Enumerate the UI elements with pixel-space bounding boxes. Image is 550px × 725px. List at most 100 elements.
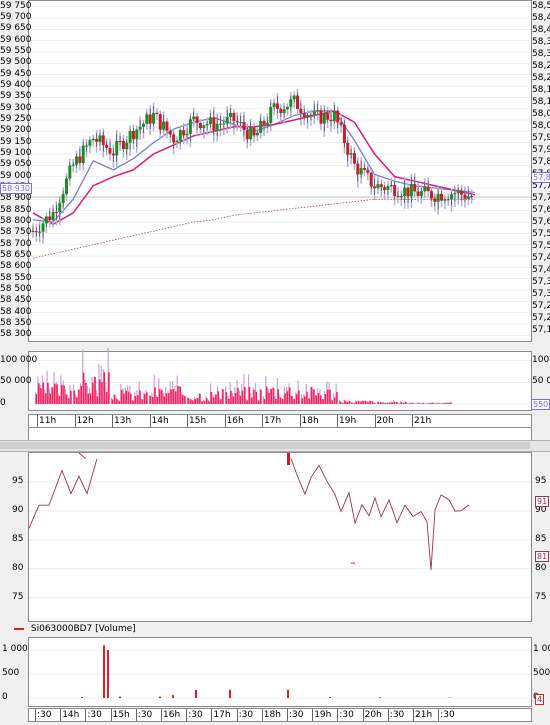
time-axis-top: 11h 12h 13h 14h 15h 16h 17h 18h 19h 20h 21h xyxy=(28,414,532,428)
line-right-marker-1: 91 xyxy=(535,496,550,507)
candle-body xyxy=(34,231,38,233)
volume-bar xyxy=(230,390,232,404)
candle-body xyxy=(296,95,300,109)
volume-bar xyxy=(265,386,268,404)
volume-bar xyxy=(75,397,78,404)
time2-tick-mark xyxy=(312,709,314,721)
candle-body xyxy=(75,156,79,165)
volume-bar xyxy=(438,403,441,404)
candle-body xyxy=(413,183,417,192)
volume-bar xyxy=(353,403,355,404)
volume-bar xyxy=(136,395,139,404)
time-axis-top-label: 14h xyxy=(151,416,169,426)
time2-tick-mark xyxy=(337,709,339,721)
time-axis-bottom-label: :30 xyxy=(87,710,102,720)
volume-bar xyxy=(310,387,313,404)
time-tick-mark xyxy=(187,415,188,427)
volume-bar xyxy=(272,387,275,404)
candle-body xyxy=(229,112,233,117)
time-axis-bottom-label: :30 xyxy=(440,710,455,720)
volume-bar xyxy=(389,402,391,404)
price-right-tick: 57,3 xyxy=(532,289,550,299)
volume-bar xyxy=(118,401,121,404)
candle-body xyxy=(269,107,273,123)
volume-bar xyxy=(105,391,108,404)
candle-body xyxy=(255,132,259,136)
volume-bar xyxy=(116,399,118,404)
price-left-tick: 58 850 xyxy=(0,204,32,215)
volume-bar xyxy=(317,392,320,404)
time2-tick-mark xyxy=(110,709,112,721)
volume2-legend-label: Si063000BD7 [Volume] xyxy=(30,624,136,634)
volume2-chart-panel[interactable] xyxy=(28,637,532,707)
volume2-bar xyxy=(287,689,289,698)
time2-tick-mark xyxy=(287,709,288,721)
candle-body xyxy=(242,122,246,130)
time-axis-scroll[interactable] xyxy=(28,427,532,441)
time-axis-bottom-label: 14h xyxy=(62,710,80,720)
candle-body xyxy=(393,185,397,196)
price-chart-panel[interactable] xyxy=(28,0,532,342)
candle-body xyxy=(316,110,320,112)
volume-bar xyxy=(177,385,179,404)
volume-chart-svg xyxy=(29,348,531,405)
time2-tick-mark xyxy=(35,709,36,721)
volume-bar xyxy=(70,390,72,404)
volume-bar xyxy=(409,403,412,404)
volume-bar xyxy=(174,391,177,404)
time-axis-top-label: 19h xyxy=(339,416,357,426)
candle-body xyxy=(148,114,152,124)
line-left-tick: 95 xyxy=(12,475,24,486)
volume-bar xyxy=(374,403,376,404)
volume-bar xyxy=(67,398,70,404)
candle-body xyxy=(332,110,336,122)
candle-body xyxy=(322,113,326,124)
time2-tick-mark xyxy=(211,709,213,721)
candle-body xyxy=(299,108,303,114)
candle-body xyxy=(98,135,102,142)
volume-left-tick: 0 xyxy=(0,398,6,408)
price-right-tick: 57,4 xyxy=(532,265,550,275)
candle-body xyxy=(436,193,440,202)
time-tick-mark xyxy=(299,415,301,427)
candle-body xyxy=(262,121,266,126)
volume-bar xyxy=(427,403,429,404)
volume-right-marker: 550 xyxy=(531,399,550,410)
candle-body xyxy=(51,211,55,221)
line-right-tick: 75 xyxy=(535,591,547,602)
candle-body xyxy=(235,120,239,123)
price-right-tick: 57,4 xyxy=(532,253,550,263)
scrollbar-thumb[interactable] xyxy=(0,442,530,449)
volume-bar xyxy=(151,397,154,404)
time2-tick-mark xyxy=(161,709,162,721)
horizontal-scrollbar[interactable] xyxy=(0,440,550,452)
line-chart-svg xyxy=(28,452,531,599)
volume-bar xyxy=(445,402,448,404)
candle-body xyxy=(456,190,460,194)
line-chart-panel[interactable] xyxy=(28,452,532,622)
volume2-bar xyxy=(107,650,109,698)
time-tick-mark xyxy=(412,415,413,427)
candle-body xyxy=(403,187,407,197)
price-right-tick: 58,4 xyxy=(532,25,550,35)
candle-body xyxy=(128,130,132,143)
volume-bar xyxy=(192,400,194,404)
candle-body xyxy=(105,145,109,148)
candle-body xyxy=(289,99,293,107)
volume-bar xyxy=(443,403,445,404)
candle-body xyxy=(142,123,145,127)
time2-tick-mark xyxy=(413,709,414,721)
volume-right-tick: 50 0 xyxy=(532,376,550,387)
price-chart-svg xyxy=(29,6,531,336)
candle-body xyxy=(68,165,72,179)
volume-bar xyxy=(384,402,387,404)
volume-bar xyxy=(436,403,438,404)
candle-body xyxy=(460,190,464,195)
candle-body xyxy=(399,196,403,198)
candle-body xyxy=(329,119,333,122)
volume-chart-panel[interactable] xyxy=(28,348,532,411)
volume-bar xyxy=(227,398,230,404)
volume-bar xyxy=(139,390,141,404)
volume2-bar xyxy=(229,689,231,698)
time-axis-top-label: 17h xyxy=(264,416,282,426)
